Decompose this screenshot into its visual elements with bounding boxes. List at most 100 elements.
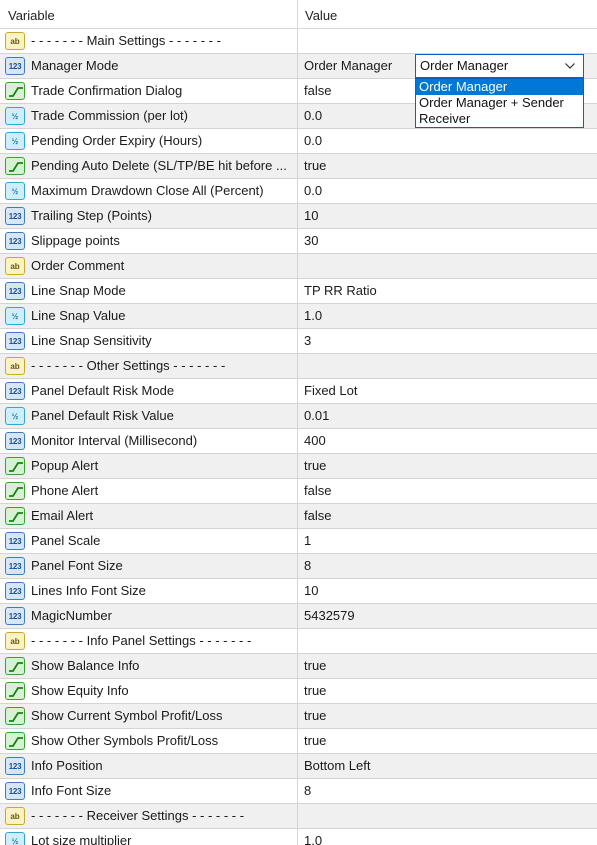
value-cell[interactable]: 8: [298, 554, 597, 578]
manager-mode-select[interactable]: Order Manager: [415, 54, 584, 78]
parameter-row[interactable]: ab - - - - - - - Info Panel Settings - - …: [0, 629, 597, 654]
variable-cell[interactable]: ½ Pending Order Expiry (Hours): [0, 129, 298, 153]
parameter-row[interactable]: ½ Line Snap Value 1.0: [0, 304, 597, 329]
variable-cell[interactable]: 123 Manager Mode: [0, 54, 298, 78]
value-cell[interactable]: true: [298, 704, 597, 728]
variable-cell[interactable]: ab - - - - - - - Receiver Settings - - - …: [0, 804, 298, 828]
dropdown-option[interactable]: Order Manager: [416, 79, 583, 95]
variable-cell[interactable]: ½ Lot size multiplier: [0, 829, 298, 845]
parameter-row[interactable]: 123 Line Snap Mode TP RR Ratio: [0, 279, 597, 304]
parameter-row[interactable]: 123 Monitor Interval (Millisecond) 400: [0, 429, 597, 454]
parameter-row[interactable]: ½ Pending Order Expiry (Hours) 0.0: [0, 129, 597, 154]
variable-cell[interactable]: ½ Trade Commission (per lot): [0, 104, 298, 128]
value-cell[interactable]: 1.0: [298, 829, 597, 845]
variable-cell[interactable]: 123 Info Position: [0, 754, 298, 778]
value-cell[interactable]: [298, 804, 597, 828]
parameter-row[interactable]: Popup Alert true: [0, 454, 597, 479]
variable-cell[interactable]: 123 Lines Info Font Size: [0, 579, 298, 603]
variable-cell[interactable]: Show Current Symbol Profit/Loss: [0, 704, 298, 728]
value-cell[interactable]: true: [298, 729, 597, 753]
variable-cell[interactable]: 123 MagicNumber: [0, 604, 298, 628]
value-cell[interactable]: 10: [298, 579, 597, 603]
value-cell[interactable]: Bottom Left: [298, 754, 597, 778]
value-cell[interactable]: [298, 29, 597, 53]
value-cell[interactable]: 3: [298, 329, 597, 353]
variable-cell[interactable]: 123 Info Font Size: [0, 779, 298, 803]
parameter-row[interactable]: ab - - - - - - - Main Settings - - - - - …: [0, 29, 597, 54]
parameter-row[interactable]: 123 Slippage points 30: [0, 229, 597, 254]
variable-cell[interactable]: ab - - - - - - - Other Settings - - - - -…: [0, 354, 298, 378]
value-column-header[interactable]: Value: [298, 0, 597, 28]
value-cell[interactable]: [298, 254, 597, 278]
value-cell[interactable]: true: [298, 454, 597, 478]
dropdown-option[interactable]: Order Manager + Sender: [416, 95, 583, 111]
parameter-row[interactable]: ½ Maximum Drawdown Close All (Percent) 0.0: [0, 179, 597, 204]
parameter-row[interactable]: 123 Info Position Bottom Left: [0, 754, 597, 779]
value-cell[interactable]: 0.0: [298, 129, 597, 153]
variable-cell[interactable]: Trade Confirmation Dialog: [0, 79, 298, 103]
value-cell[interactable]: false: [298, 504, 597, 528]
value-cell[interactable]: true: [298, 654, 597, 678]
parameter-row[interactable]: ab - - - - - - - Receiver Settings - - - …: [0, 804, 597, 829]
parameter-row[interactable]: Pending Auto Delete (SL/TP/BE hit before…: [0, 154, 597, 179]
value-cell[interactable]: true: [298, 679, 597, 703]
parameter-row[interactable]: ab - - - - - - - Other Settings - - - - -…: [0, 354, 597, 379]
value-cell[interactable]: 0.0: [298, 179, 597, 203]
parameter-row[interactable]: Show Balance Info true: [0, 654, 597, 679]
value-cell[interactable]: [298, 354, 597, 378]
variable-cell[interactable]: Popup Alert: [0, 454, 298, 478]
variable-cell[interactable]: 123 Monitor Interval (Millisecond): [0, 429, 298, 453]
variable-cell[interactable]: 123 Panel Scale: [0, 529, 298, 553]
value-cell[interactable]: 5432579: [298, 604, 597, 628]
parameter-row[interactable]: 123 Panel Default Risk Mode Fixed Lot: [0, 379, 597, 404]
variable-cell[interactable]: ab - - - - - - - Main Settings - - - - - …: [0, 29, 298, 53]
variable-cell[interactable]: Show Other Symbols Profit/Loss: [0, 729, 298, 753]
parameter-row[interactable]: Phone Alert false: [0, 479, 597, 504]
parameter-row[interactable]: 123 MagicNumber 5432579: [0, 604, 597, 629]
parameter-row[interactable]: ½ Panel Default Risk Value 0.01: [0, 404, 597, 429]
variable-cell[interactable]: ½ Line Snap Value: [0, 304, 298, 328]
parameter-row[interactable]: Email Alert false: [0, 504, 597, 529]
parameter-row[interactable]: Show Current Symbol Profit/Loss true: [0, 704, 597, 729]
variable-cell[interactable]: 123 Line Snap Mode: [0, 279, 298, 303]
variable-column-header[interactable]: Variable: [0, 0, 298, 28]
variable-cell[interactable]: 123 Line Snap Sensitivity: [0, 329, 298, 353]
integer-type-icon: 123: [5, 582, 25, 600]
value-cell[interactable]: false: [298, 479, 597, 503]
variable-cell[interactable]: 123 Trailing Step (Points): [0, 204, 298, 228]
parameter-row[interactable]: Show Other Symbols Profit/Loss true: [0, 729, 597, 754]
parameter-row[interactable]: Show Equity Info true: [0, 679, 597, 704]
value-cell[interactable]: 10: [298, 204, 597, 228]
variable-cell[interactable]: Show Balance Info: [0, 654, 298, 678]
variable-cell[interactable]: ab - - - - - - - Info Panel Settings - - …: [0, 629, 298, 653]
parameter-row[interactable]: ab Order Comment: [0, 254, 597, 279]
value-cell[interactable]: 1: [298, 529, 597, 553]
value-cell[interactable]: true: [298, 154, 597, 178]
value-cell[interactable]: 30: [298, 229, 597, 253]
variable-cell[interactable]: ab Order Comment: [0, 254, 298, 278]
value-cell[interactable]: [298, 629, 597, 653]
parameter-row[interactable]: 123 Trailing Step (Points) 10: [0, 204, 597, 229]
variable-cell[interactable]: 123 Panel Font Size: [0, 554, 298, 578]
variable-cell[interactable]: ½ Maximum Drawdown Close All (Percent): [0, 179, 298, 203]
value-cell[interactable]: TP RR Ratio: [298, 279, 597, 303]
value-cell[interactable]: 8: [298, 779, 597, 803]
value-cell[interactable]: Fixed Lot: [298, 379, 597, 403]
variable-cell[interactable]: Show Equity Info: [0, 679, 298, 703]
variable-cell[interactable]: 123 Panel Default Risk Mode: [0, 379, 298, 403]
variable-cell[interactable]: 123 Slippage points: [0, 229, 298, 253]
parameter-row[interactable]: 123 Lines Info Font Size 10: [0, 579, 597, 604]
parameter-row[interactable]: 123 Line Snap Sensitivity 3: [0, 329, 597, 354]
value-cell[interactable]: 400: [298, 429, 597, 453]
parameter-row[interactable]: 123 Panel Font Size 8: [0, 554, 597, 579]
value-cell[interactable]: 1.0: [298, 304, 597, 328]
parameter-row[interactable]: 123 Info Font Size 8: [0, 779, 597, 804]
variable-cell[interactable]: ½ Panel Default Risk Value: [0, 404, 298, 428]
dropdown-option[interactable]: Receiver: [416, 111, 583, 127]
variable-cell[interactable]: Pending Auto Delete (SL/TP/BE hit before…: [0, 154, 298, 178]
variable-cell[interactable]: Email Alert: [0, 504, 298, 528]
variable-cell[interactable]: Phone Alert: [0, 479, 298, 503]
parameter-row[interactable]: 123 Panel Scale 1: [0, 529, 597, 554]
value-cell[interactable]: 0.01: [298, 404, 597, 428]
parameter-row[interactable]: ½ Lot size multiplier 1.0: [0, 829, 597, 845]
